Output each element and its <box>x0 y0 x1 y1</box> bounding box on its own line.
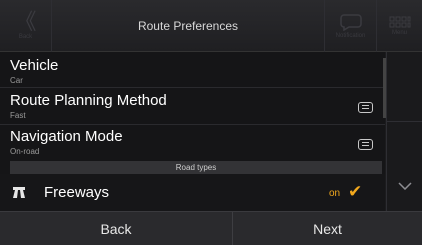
list-item-route-planning-method[interactable]: Route Planning Method Fast <box>0 88 385 125</box>
section-header-road-types: Road types <box>10 161 382 174</box>
list-item-navigation-mode[interactable]: Navigation Mode On-road <box>0 125 385 161</box>
page-title: Route Preferences <box>137 19 239 33</box>
footer-bar: Back Next <box>0 211 422 245</box>
back-button[interactable]: Back <box>0 212 233 245</box>
list-item-value: Fast <box>10 111 26 120</box>
header-bar: 《 Back Route Preferences Notification Me… <box>0 0 422 52</box>
scroll-up-button[interactable] <box>387 52 422 122</box>
header-back-button[interactable]: 《 Back <box>0 0 52 52</box>
menu-button[interactable]: Menu <box>376 0 422 52</box>
chevron-left-icon: 《 <box>14 9 37 34</box>
grid-icon <box>389 16 410 28</box>
list-item-label: Navigation Mode <box>10 128 123 145</box>
list-item-value: On-road <box>10 147 40 156</box>
list-item-freeways[interactable]: Freeways on ✔ <box>0 174 385 211</box>
freeway-icon <box>13 187 25 198</box>
header-back-label: Back <box>18 34 33 40</box>
list-item-label: Route Planning Method <box>10 92 167 109</box>
list-item-value: Car <box>10 76 23 85</box>
list-item-label: Vehicle <box>10 57 59 74</box>
chevron-down-icon <box>398 181 412 190</box>
scroll-down-button[interactable] <box>387 160 422 211</box>
list-icon <box>358 139 373 150</box>
list-icon <box>358 102 373 113</box>
speech-bubble-icon <box>339 13 362 31</box>
list-item-vehicle[interactable]: Vehicle Car <box>0 52 385 88</box>
menu-label: Menu <box>391 30 407 36</box>
freeways-label: Freeways <box>44 184 110 201</box>
notification-button[interactable]: Notification <box>324 0 376 52</box>
next-button[interactable]: Next <box>233 212 422 245</box>
checkmark-icon[interactable]: ✔ <box>348 182 362 202</box>
preferences-list: Vehicle Car Route Planning Method Fast N… <box>0 52 385 211</box>
notification-label: Notification <box>335 32 366 39</box>
freeways-state: on <box>329 188 341 199</box>
scroll-panel <box>386 52 422 211</box>
